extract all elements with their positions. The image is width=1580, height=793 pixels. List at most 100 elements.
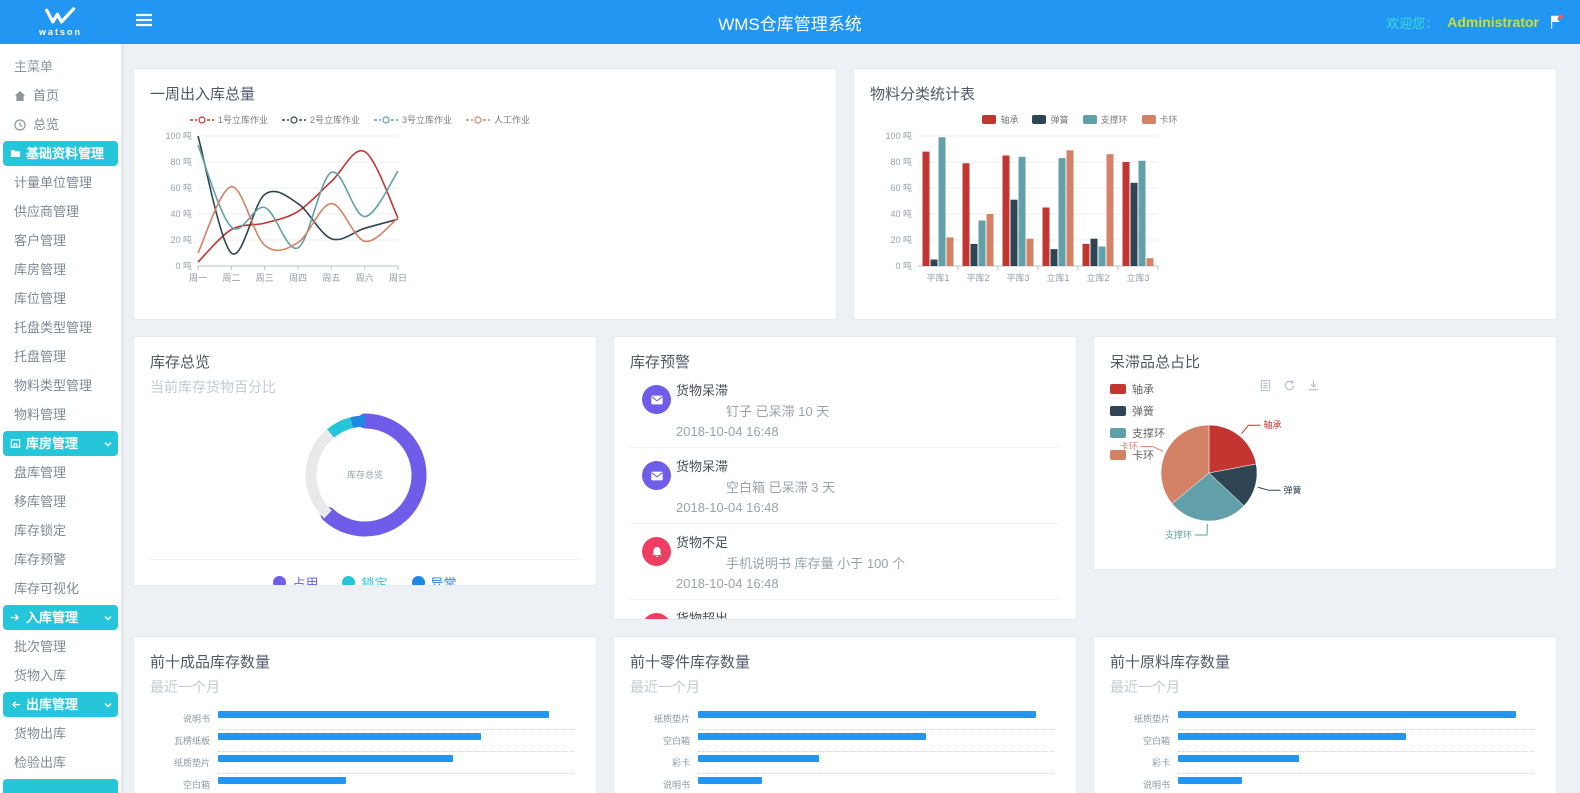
legend-item[interactable]: 占用 [273, 573, 318, 586]
sidebar-item-3[interactable]: 计量单位管理 [0, 168, 121, 197]
card-material-stats: 物料分类统计表 轴承 弹簧 支撑环 卡环 0 吨20 吨40 吨60 吨80 吨100… [853, 68, 1557, 320]
sidebar-item-6[interactable]: 库房管理 [0, 255, 121, 284]
sidebar-item-label: 库位管理 [14, 291, 66, 306]
sidebar-menu: 首页总览基础资料管理计量单位管理供应商管理客户管理库房管理库位管理托盘类型管理托… [0, 81, 121, 793]
bar-平库2-2 [979, 221, 986, 267]
x-tick-label: 周日 [389, 273, 407, 283]
menu-toggle-button[interactable] [135, 13, 153, 32]
sidebar-item-14[interactable]: 移库管理 [0, 487, 121, 516]
x-tick-label: 周四 [289, 273, 307, 283]
sidebar-item-label: 批次管理 [14, 639, 66, 654]
stagnant-pie-svg: 轴承弹簧支撑环卡环 [1104, 395, 1404, 563]
hbar-row-1: 空白箱 [630, 729, 1060, 751]
hbar-track [218, 707, 574, 730]
hbar-track [1178, 751, 1534, 774]
hbar-track [698, 729, 1054, 752]
alert-desc: 空白箱 已呆滞 3 天 [676, 477, 1060, 496]
sidebar-item-9[interactable]: 托盘管理 [0, 342, 121, 371]
sidebar-group-2[interactable]: 基础资料管理 [3, 141, 118, 166]
bar-立库2-3 [1107, 154, 1114, 266]
donut-slice-rest [311, 433, 331, 514]
main-content: 一周出入库总量 1号立库作业2号立库作业3号立库作业人工作业 0 吨20 吨40… [121, 44, 1580, 793]
sidebar-item-10[interactable]: 物料类型管理 [0, 371, 121, 400]
sidebar-group-12[interactable]: 库房管理 [3, 431, 118, 456]
user-area: 欢迎您： Administrator [1386, 13, 1580, 32]
sidebar-item-0[interactable]: 首页 [0, 81, 121, 110]
bar-立库2-2 [1099, 247, 1106, 267]
sidebar-item-label: 货物入库 [14, 668, 66, 683]
legend-item[interactable]: 弹簧 [1032, 113, 1068, 126]
sidebar-item-8[interactable]: 托盘类型管理 [0, 313, 121, 342]
weekly-line-chart-svg: 0 吨20 吨40 吨60 吨80 吨100 吨周一周二周三周四周五周六周日 [150, 126, 580, 298]
legend-item[interactable]: 2号立库作业 [282, 113, 360, 126]
sidebar-item-label: 首页 [33, 88, 59, 103]
legend-label: 2号立库作业 [310, 113, 360, 126]
hbar-bar [218, 733, 481, 740]
alert-item-1: 货物呆滞空白箱 已呆滞 3 天2018-10-04 16:48 [630, 448, 1060, 524]
notification-flag-icon[interactable] [1548, 14, 1564, 30]
sidebar-group-21[interactable]: 出库管理 [3, 692, 118, 717]
hbar-bar [698, 733, 926, 740]
sidebar-item-19[interactable]: 批次管理 [0, 632, 121, 661]
hbar-label: 彩卡 [1110, 756, 1178, 769]
sidebar-group-24[interactable] [3, 779, 118, 793]
inventory-donut-svg: 库存总览 [290, 401, 440, 553]
sidebar-item-13[interactable]: 盘库管理 [0, 458, 121, 487]
x-tick-label: 平库3 [1006, 272, 1029, 283]
bar-立库2-1 [1091, 239, 1098, 266]
hbar-track [1178, 773, 1534, 793]
material-bar-legend: 轴承 弹簧 支撑环 卡环 [870, 113, 1290, 126]
sidebar-item-22[interactable]: 货物出库 [0, 719, 121, 748]
sidebar-item-17[interactable]: 库存可视化 [0, 574, 121, 603]
card-title: 前十成品库存数量 [150, 651, 580, 672]
alert-item-3: 货物超出硬纸板 库存量 大于 300 个2018-10-04 16:48 [630, 600, 1060, 620]
sidebar-item-23[interactable]: 检验出库 [0, 748, 121, 777]
alarm-bell-icon [642, 537, 671, 566]
download-icon[interactable] [1307, 379, 1320, 392]
sidebar-item-1[interactable]: 总览 [0, 110, 121, 139]
bar-立库2-0 [1083, 244, 1090, 266]
hbar-row-3: 空白箱 [150, 773, 580, 793]
legend-item[interactable]: 人工作业 [466, 113, 530, 126]
sidebar-item-15[interactable]: 库存锁定 [0, 516, 121, 545]
y-tick-label: 40 吨 [170, 208, 192, 219]
hbar-row-0: 纸质垫片 [1110, 707, 1540, 729]
legend-item[interactable]: 卡环 [1142, 113, 1178, 126]
legend-item[interactable]: 1号立库作业 [190, 113, 268, 126]
material-bar-chart: 0 吨20 吨40 吨60 吨80 吨100 吨平库1平库2平库3立库1立库2立… [870, 126, 1540, 303]
hbar-bar [1178, 777, 1242, 784]
bar-立库1-1 [1051, 249, 1058, 266]
hbar-track [218, 773, 574, 793]
sidebar-item-16[interactable]: 库存预警 [0, 545, 121, 574]
hbar-label: 纸质垫片 [1110, 712, 1178, 725]
hbar-label: 说明书 [150, 712, 218, 725]
legend-item[interactable]: 3号立库作业 [374, 113, 452, 126]
hbar-bar [218, 777, 346, 784]
bar-平库2-1 [971, 244, 978, 266]
sidebar-item-20[interactable]: 货物入库 [0, 661, 121, 690]
sidebar-item-7[interactable]: 库位管理 [0, 284, 121, 313]
dashboard-row-2: 库存总览 当前库存货物百分比 库存总览 占用锁定异常 库存预警 货物呆滞钉子 已… [133, 336, 1557, 620]
card-title: 物料分类统计表 [870, 83, 1540, 104]
sidebar-item-11[interactable]: 物料管理 [0, 400, 121, 429]
hbar-track [1178, 729, 1534, 752]
sidebar-item-4[interactable]: 供应商管理 [0, 197, 121, 226]
legend-item[interactable]: 支撑环 [1083, 113, 1128, 126]
bar-立库3-1 [1131, 183, 1138, 266]
sidebar-group-18[interactable]: 入库管理 [3, 605, 118, 630]
alert-desc: 钉子 已呆滞 10 天 [676, 401, 1060, 420]
username[interactable]: Administrator [1447, 14, 1539, 30]
series-line-3 [198, 187, 398, 253]
sidebar-item-label: 计量单位管理 [14, 175, 92, 190]
refresh-icon[interactable] [1283, 379, 1296, 392]
x-tick-label: 周一 [189, 273, 207, 283]
legend-label: 弹簧 [1050, 113, 1068, 126]
card-title: 呆滞品总占比 [1110, 351, 1540, 372]
legend-item[interactable]: 锁定 [342, 573, 387, 586]
sidebar-item-5[interactable]: 客户管理 [0, 226, 121, 255]
data-view-icon[interactable] [1259, 379, 1272, 392]
sidebar-item-label: 货物出库 [14, 726, 66, 741]
legend-item[interactable]: 异常 [412, 573, 457, 586]
alert-list: 货物呆滞钉子 已呆滞 10 天2018-10-04 16:48货物呆滞空白箱 已… [630, 372, 1060, 620]
legend-item[interactable]: 轴承 [982, 113, 1018, 126]
